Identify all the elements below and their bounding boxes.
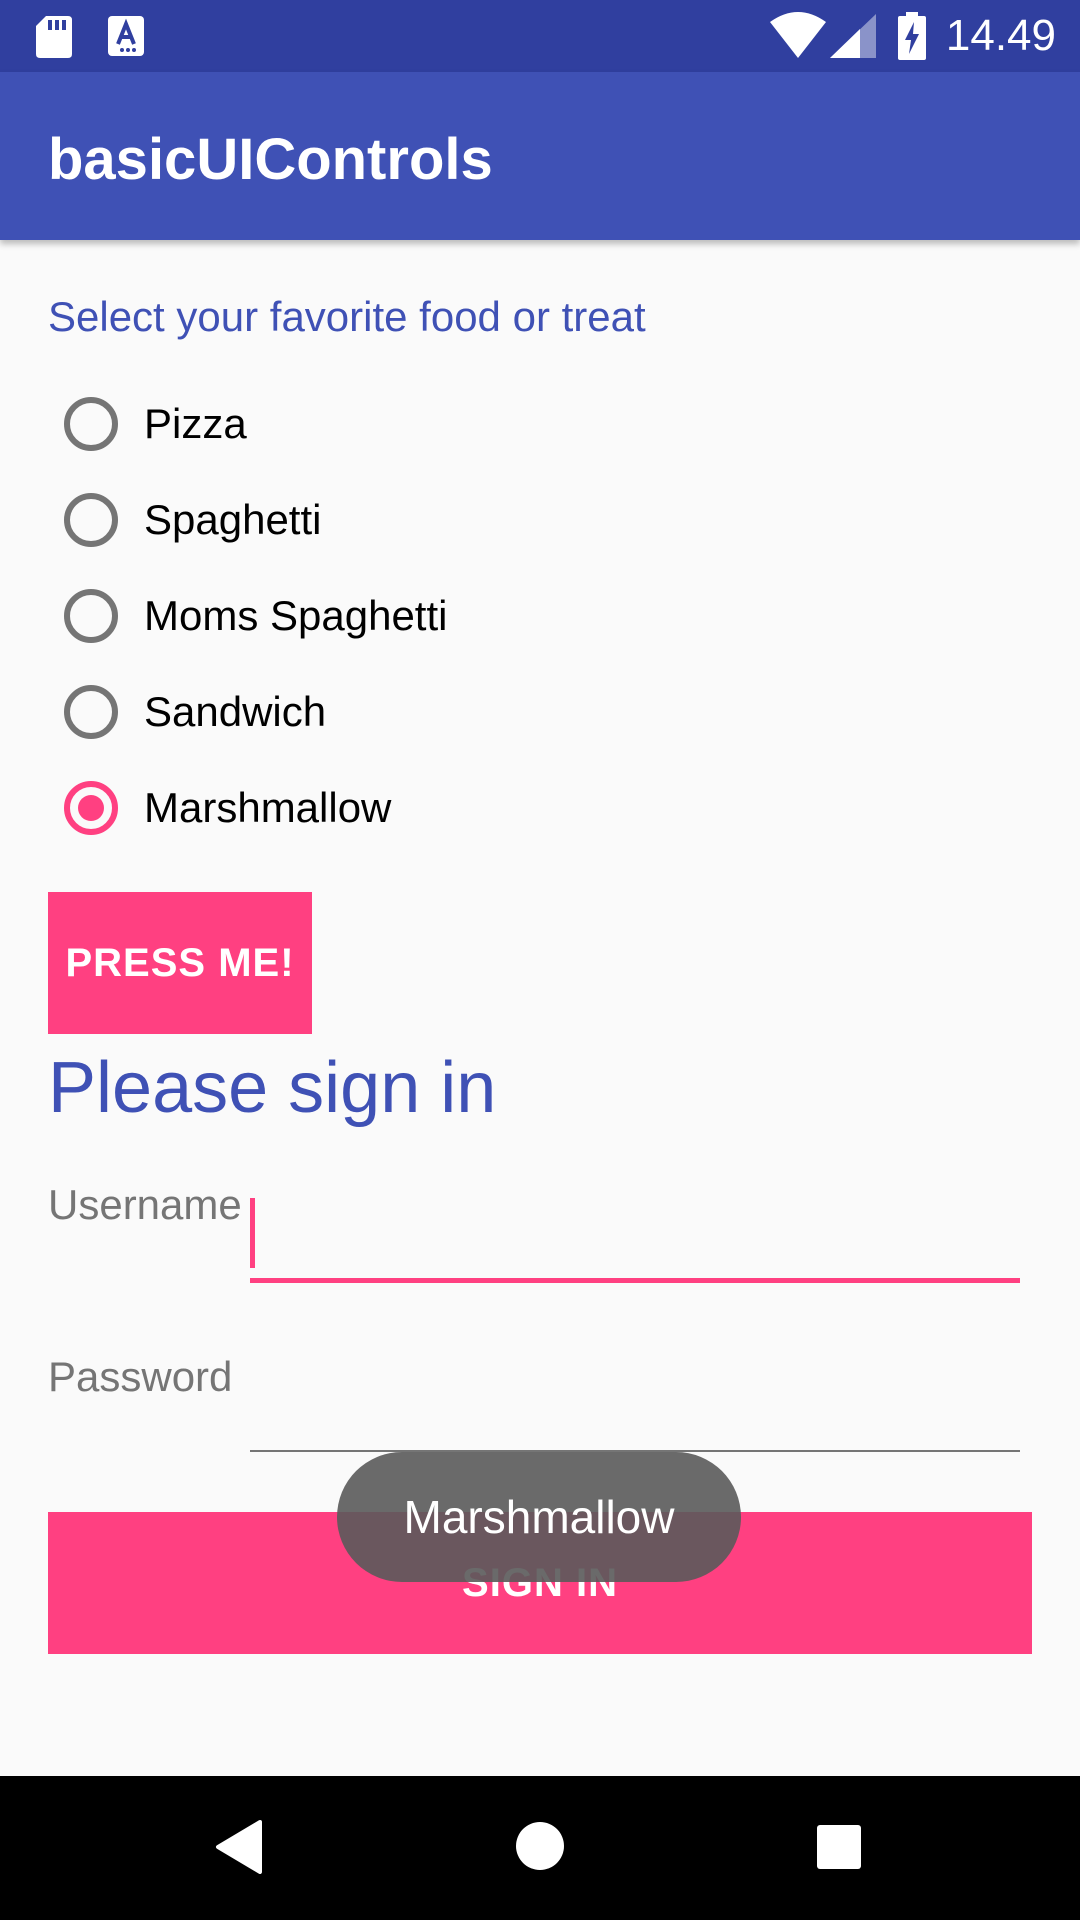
accessibility-icon [108,16,144,56]
radio-button[interactable] [64,685,118,739]
username-field[interactable] [250,1203,1020,1283]
username-label: Username [48,1181,242,1228]
radio-button[interactable] [64,589,118,643]
radio-option-sandwich[interactable]: Sandwich [64,680,764,744]
press-me-button[interactable]: PRESS ME! [48,892,312,1034]
radio-label: Moms Spaghetti [144,592,448,639]
food-prompt: Select your favorite food or treat [48,293,646,340]
sd-card-icon [36,16,72,58]
text-cursor [250,1198,255,1268]
app-bar: basicUIControls [0,72,1080,240]
sign-in-heading: Please sign in [48,1048,497,1128]
recents-icon[interactable] [816,1824,862,1870]
radio-button-checked[interactable] [64,781,118,835]
password-field[interactable] [250,1372,1020,1452]
radio-label: Sandwich [144,688,327,735]
app-title: basicUIControls [48,127,493,192]
radio-option-spaghetti[interactable]: Spaghetti [64,488,764,552]
radio-button[interactable] [64,397,118,451]
status-clock: 14.49 [945,11,1056,60]
radio-option-pizza[interactable]: Pizza [64,392,764,456]
radio-button[interactable] [64,493,118,547]
back-icon[interactable] [214,1820,262,1874]
radio-label: Pizza [144,400,247,447]
radio-option-moms-spaghetti[interactable]: Moms Spaghetti [64,584,764,648]
password-label: Password [48,1353,233,1400]
home-icon[interactable] [514,1820,566,1872]
signal-icon [830,14,876,58]
toast-message: Marshmallow [337,1452,741,1582]
wifi-icon [770,12,826,58]
navigation-bar [0,1776,1080,1920]
status-bar: 14.49 [0,0,1080,72]
radio-option-marshmallow[interactable]: Marshmallow [64,776,764,840]
battery-charging-icon [898,12,926,60]
radio-label: Spaghetti [144,496,322,543]
radio-label: Marshmallow [144,784,392,831]
